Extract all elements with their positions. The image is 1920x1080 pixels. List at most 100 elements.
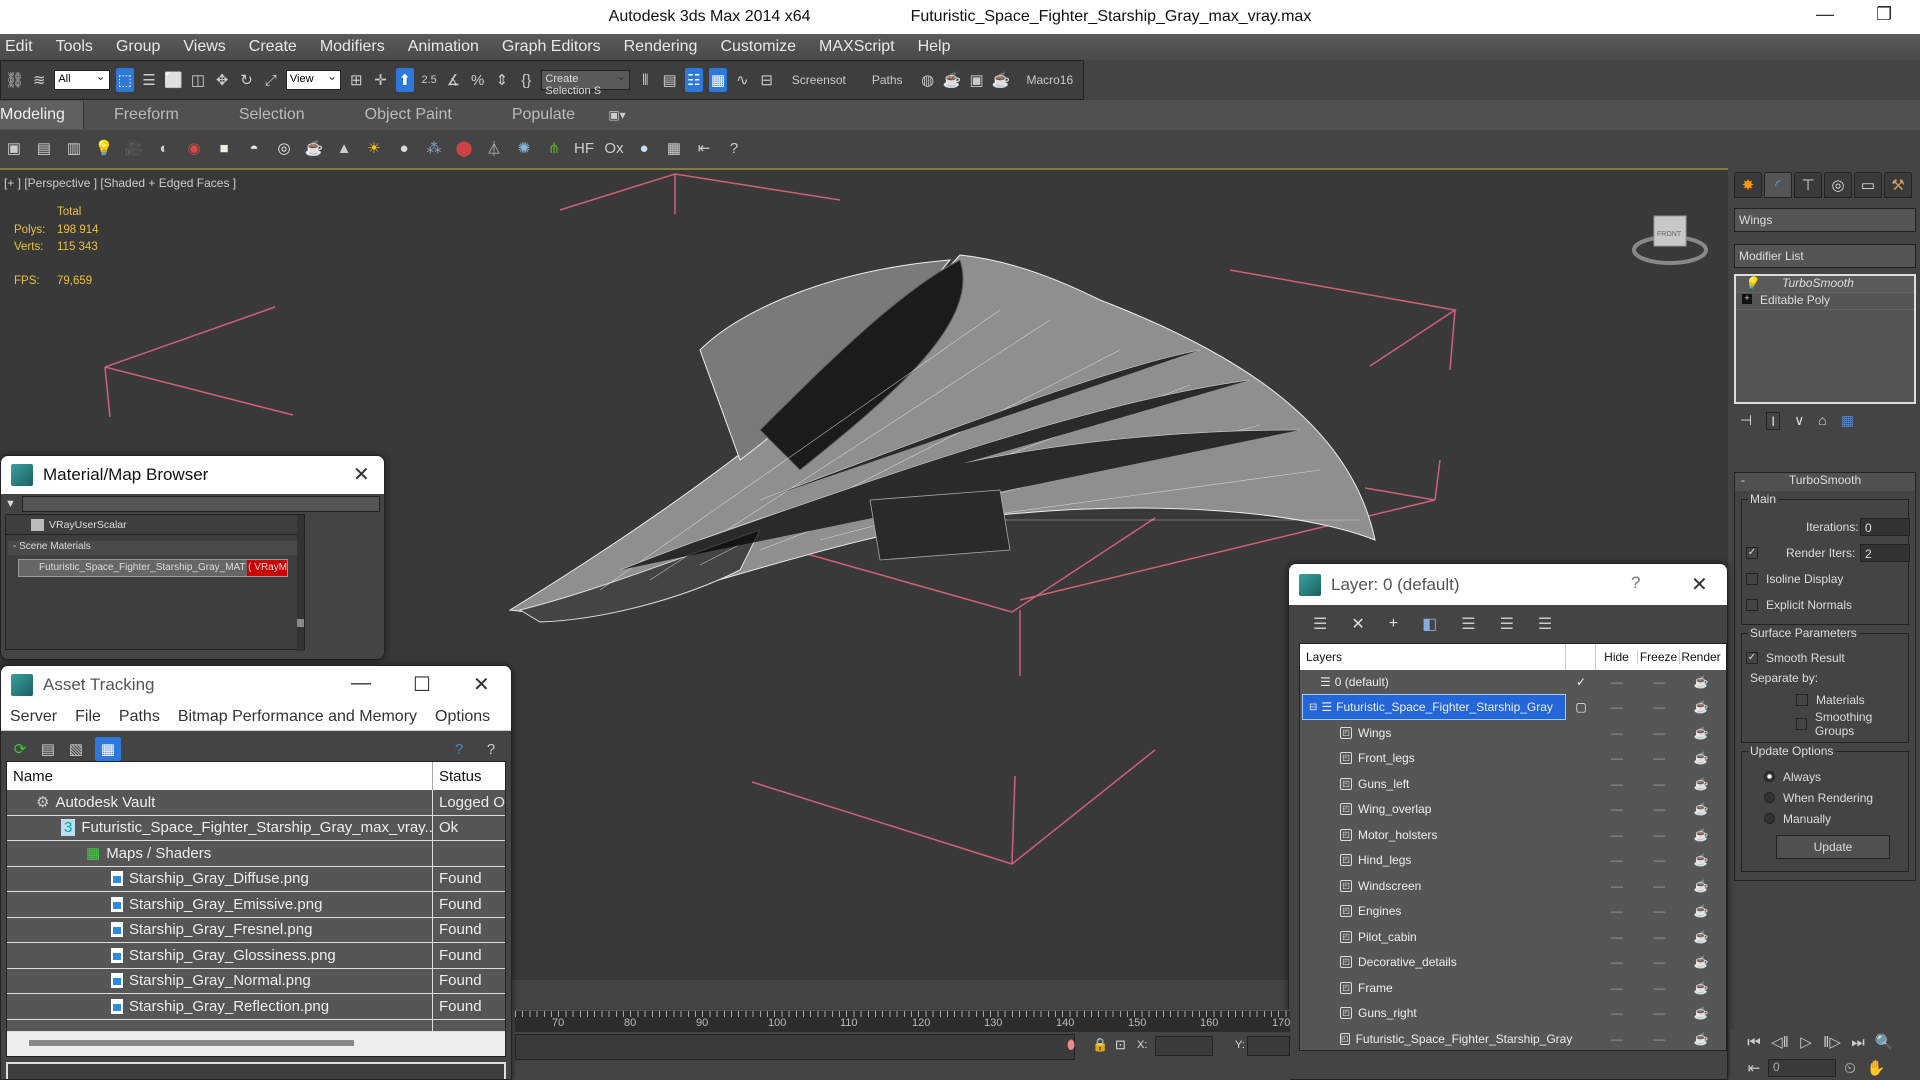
hide-toggle[interactable]: — — [1596, 777, 1638, 791]
next-frame-icon[interactable]: ‖▷ — [1820, 1030, 1844, 1054]
column-freeze[interactable]: Freeze — [1638, 650, 1680, 664]
hide-toggle[interactable]: — — [1596, 955, 1638, 969]
column-layers[interactable]: Layers — [1300, 644, 1566, 670]
menu-group[interactable]: Group — [111, 38, 174, 56]
align-icon[interactable]: ▤ — [660, 68, 678, 92]
rotate-icon[interactable]: ↻ — [237, 68, 255, 92]
layer-object-row[interactable]: ◰ Pilot_cabin — — ☕ — [1300, 924, 1726, 950]
hide-toggle[interactable]: — — [1596, 751, 1638, 765]
render-toggle[interactable]: ☕ — [1680, 675, 1722, 689]
hair-fur-icon[interactable]: HF — [572, 136, 596, 160]
search-input[interactable] — [21, 496, 380, 512]
menu-file[interactable]: File — [66, 708, 110, 726]
iterations-spinner[interactable]: 0 — [1860, 518, 1910, 536]
list-item[interactable]: VRayUserScalar — [6, 515, 304, 535]
lightbulb-icon[interactable]: 💡 — [1744, 276, 1759, 290]
freeze-toggle[interactable]: — — [1638, 802, 1680, 816]
hide-all-icon[interactable]: ☰ — [1500, 614, 1514, 634]
manipulate-icon[interactable]: ✛ — [371, 68, 389, 92]
close-button[interactable]: ✕ — [353, 462, 370, 487]
refresh-icon[interactable]: ⟳ — [11, 737, 29, 761]
layer-object-row[interactable]: ◰ Guns_right — — ☕ — [1300, 1001, 1726, 1027]
menu-help[interactable]: Help — [913, 38, 965, 56]
hide-toggle[interactable]: — — [1596, 675, 1638, 689]
vray-light-icon[interactable]: ● — [392, 136, 416, 160]
selection-filter-dropdown[interactable]: All — [54, 69, 110, 90]
material-sphere-icon[interactable]: ● — [632, 136, 656, 160]
create-tab-icon[interactable]: ✸ — [1734, 172, 1762, 198]
export-icon[interactable]: ⇤ — [692, 136, 716, 160]
spaceship-model[interactable] — [508, 254, 1376, 623]
menu-customize[interactable]: Customize — [715, 38, 810, 56]
active-layer-checkmark[interactable]: ✓ — [1566, 675, 1596, 689]
layer-object-row[interactable]: ◰ Windscreen — — ☕ — [1300, 873, 1726, 899]
smooth-result-checkbox[interactable]: ✓ — [1746, 652, 1758, 664]
paths-button[interactable]: Paths — [862, 73, 913, 87]
viewcube[interactable]: FRONT — [1630, 208, 1710, 268]
configure-sets-icon[interactable]: ▦ — [1841, 412, 1854, 430]
go-to-end-icon[interactable]: ⏭ — [1846, 1030, 1870, 1054]
hide-toggle[interactable]: — — [1596, 1032, 1638, 1046]
pin-stack-icon[interactable]: ⊣ — [1740, 412, 1752, 430]
asset-row[interactable]: Starship_Gray_Glossiness.png Found — [7, 943, 505, 969]
scene-materials-section[interactable]: - Scene Materials — [8, 541, 302, 555]
modifier-list-dropdown[interactable]: Modifier List — [1734, 244, 1916, 268]
render-toggle[interactable]: ☕ — [1680, 1006, 1722, 1020]
ribbon-options-icon[interactable]: ▣▾ — [605, 103, 629, 127]
x-coordinate-field[interactable] — [1155, 1036, 1213, 1056]
menu-views[interactable]: Views — [178, 38, 239, 56]
active-layer-box[interactable]: ▢ — [1566, 700, 1596, 714]
layer-object-row[interactable]: ◰ Hind_legs — — ☕ — [1300, 848, 1726, 874]
asset-row[interactable]: Starship_Gray_Normal.png Found — [7, 968, 505, 994]
render-toggle[interactable]: ☕ — [1680, 879, 1722, 893]
y-coordinate-field[interactable] — [1247, 1036, 1290, 1056]
explicit-normals-checkbox[interactable] — [1746, 599, 1758, 611]
freeze-toggle[interactable]: — — [1638, 904, 1680, 918]
tab-object-paint[interactable]: Object Paint — [335, 106, 482, 124]
rendered-frame-window-icon[interactable]: ▣ — [967, 68, 985, 92]
menu-rendering[interactable]: Rendering — [619, 38, 712, 56]
render-toggle[interactable]: ☕ — [1680, 955, 1722, 969]
menu-animation[interactable]: Animation — [403, 38, 493, 56]
tab-populate[interactable]: Populate — [482, 106, 605, 124]
render-toggle[interactable]: ☕ — [1680, 930, 1722, 944]
show-end-result-icon[interactable]: I — [1766, 412, 1781, 430]
layer-object-row[interactable]: ◰ Engines — — ☕ — [1300, 899, 1726, 925]
utilities-tab-icon[interactable]: ⚒ — [1884, 172, 1912, 198]
restore-button[interactable]: ❐ — [1876, 4, 1892, 25]
layer-row-default[interactable]: ☰ 0 (default) ✓ — — ☕ — [1300, 670, 1726, 694]
select-by-name-icon[interactable]: ☰ — [140, 68, 158, 92]
display-tab-icon[interactable]: ▭ — [1854, 172, 1882, 198]
tab-freeform[interactable]: Freeform — [84, 106, 209, 124]
select-object-icon[interactable]: ⬚ — [115, 68, 134, 92]
vray-sphere-icon[interactable]: ✺ — [512, 136, 536, 160]
layer-object-row[interactable]: ◰ Futuristic_Space_Fighter_Starship_Gray —… — [1300, 1026, 1726, 1052]
hide-toggle[interactable]: — — [1596, 828, 1638, 842]
edit-named-selection-icon[interactable]: {} — [517, 68, 535, 92]
materials-checkbox[interactable] — [1796, 694, 1808, 706]
material-browser-titlebar[interactable]: Material/Map Browser ✕ — [1, 456, 384, 494]
render-toggle[interactable]: ☕ — [1680, 1032, 1722, 1046]
menu-options[interactable]: Options — [426, 708, 499, 726]
zoom-icon[interactable]: 🔍 — [1872, 1030, 1896, 1054]
vray-dome-icon[interactable]: ◓ — [242, 136, 266, 160]
add-to-layer-icon[interactable]: + — [1389, 615, 1398, 633]
layer-row-selected[interactable]: ⊟ ☰ Futuristic_Space_Fighter_Starship_Gray… — [1300, 694, 1726, 720]
camera-target-icon[interactable]: ◐ — [152, 136, 176, 160]
column-hide[interactable]: Hide — [1596, 650, 1638, 664]
asset-row[interactable]: ▦ Maps / Shaders — [7, 841, 505, 867]
vray-plane-icon[interactable]: ⏃ — [482, 136, 506, 160]
freeze-toggle[interactable]: — — [1638, 1006, 1680, 1020]
asset-row[interactable]: Starship_Gray_Emissive.png Found — [7, 892, 505, 918]
keyboard-shortcut-override-icon[interactable]: ⬆ — [395, 68, 414, 92]
render-toggle[interactable]: ☕ — [1680, 700, 1722, 714]
scrollbar[interactable] — [297, 515, 304, 651]
render-toggle[interactable]: ☕ — [1680, 751, 1722, 765]
context-help-icon[interactable]: ? — [479, 737, 503, 761]
hierarchy-tab-icon[interactable]: ⊤ — [1794, 172, 1822, 198]
horizontal-scrollbar[interactable] — [7, 1031, 505, 1056]
render-toggle[interactable]: ☕ — [1680, 777, 1722, 791]
render-iters-checkbox[interactable]: ✓ — [1746, 547, 1758, 559]
menu-paths[interactable]: Paths — [110, 708, 169, 726]
isoline-checkbox[interactable] — [1746, 573, 1758, 585]
